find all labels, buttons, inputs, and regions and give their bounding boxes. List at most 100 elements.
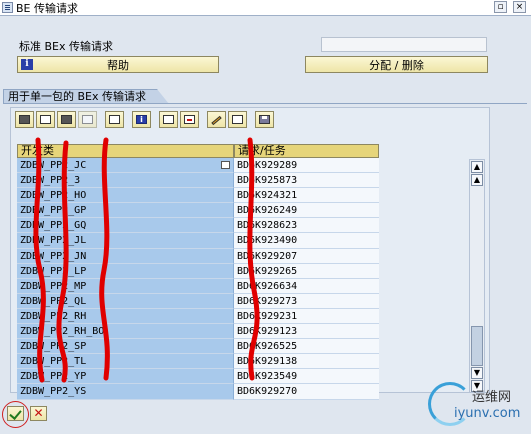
standard-request-field[interactable] <box>321 37 487 52</box>
package-cell-text: ZDBW_PP2_QL <box>20 295 87 307</box>
table-row[interactable]: ZDBW_PP2_YS BD6K929270 <box>17 384 465 400</box>
package-cell-text: ZDBW_PP2_MP <box>20 280 87 292</box>
package-cell[interactable]: ZDBW_PP2_QL <box>17 293 234 309</box>
table-row[interactable]: ZDBW_PP2_MP BD6K926634 <box>17 278 465 294</box>
annotation-circle <box>2 401 29 428</box>
column-header-request[interactable]: 请求/任务 <box>234 144 379 158</box>
restore-button[interactable]: ▫ <box>494 1 507 13</box>
package-cell-text: ZDBW_PP2_RH <box>20 310 87 322</box>
help-button-label: 帮助 <box>107 58 129 72</box>
info-icon: i <box>21 59 33 70</box>
column-header-package[interactable]: 开发类 <box>17 144 234 158</box>
package-cell[interactable]: ZDBW_PP2_3 <box>17 173 234 189</box>
watermark-logo: 运维网 iyunv.com <box>428 380 528 432</box>
dialog-body: 标准 BEx 传输请求 i 帮助 分配 / 删除 用于单一包的 BEx 传输请求… <box>0 15 531 434</box>
package-cell-text: ZDBW_PP2_GQ <box>20 220 87 232</box>
package-cell-text: ZDBW_PP2_SP <box>20 341 87 353</box>
tab-single-package-requests[interactable]: 用于单一包的 BEx 传输请求 <box>3 89 169 104</box>
table-header: 开发类 请求/任务 <box>17 144 465 158</box>
find-next-icon[interactable] <box>78 110 97 128</box>
value-help-icon[interactable] <box>221 161 230 169</box>
display-change-icon[interactable] <box>228 110 247 128</box>
package-cell[interactable]: ZDBW_PP2_LP <box>17 263 234 279</box>
table-body: ZDBW_PP2_JC BD6K929289 ZDBW_PP2_3 BD6K92587… <box>17 158 465 400</box>
package-cell-text: ZDBW_PP2_RH_BO <box>20 326 105 338</box>
request-cell[interactable]: BD6K929273 <box>234 293 379 309</box>
find-icon[interactable] <box>57 110 76 128</box>
table-row[interactable]: ZDBW_PP2_GQ BD6K928623 <box>17 218 465 234</box>
request-cell[interactable]: BD6K924321 <box>234 188 379 204</box>
assign-delete-button[interactable]: 分配 / 删除 <box>305 56 488 73</box>
package-cell-text: ZDBW_PP2_YP <box>20 371 87 383</box>
request-cell[interactable]: BD6K925873 <box>234 173 379 189</box>
package-cell-text: ZDBW_PP2_TL <box>20 356 87 368</box>
request-cell[interactable]: BD6K923549 <box>234 369 379 385</box>
package-cell[interactable]: ZDBW_PP2_SP <box>17 339 234 355</box>
details-icon[interactable] <box>15 110 34 128</box>
package-cell[interactable]: ZDBW_PP2_GQ <box>17 218 234 234</box>
request-cell[interactable]: BD6K929270 <box>234 384 379 400</box>
package-cell[interactable]: ZDBW_PP2_RH_BO <box>17 324 234 340</box>
table-row[interactable]: ZDBW_PP2_GP BD6K926249 <box>17 203 465 219</box>
table-row[interactable]: ZDBW_PP2_JL BD6K923490 <box>17 233 465 249</box>
request-cell[interactable]: BD6K929123 <box>234 324 379 340</box>
table-row[interactable]: ZDBW_PP2_YP BD6K923549 <box>17 369 465 385</box>
table-row[interactable]: ZDBW_PP2_JC BD6K929289 <box>17 158 465 174</box>
table-row[interactable]: ZDBW_PP2_JN BD6K929207 <box>17 248 465 264</box>
table-row[interactable]: ZDBW_PP2_QL BD6K929273 <box>17 293 465 309</box>
request-cell[interactable]: BD6K928623 <box>234 218 379 234</box>
request-cell[interactable]: BD6K926634 <box>234 278 379 294</box>
package-cell[interactable]: ZDBW_PP2_JL <box>17 233 234 249</box>
help-button[interactable]: i 帮助 <box>17 56 219 73</box>
scroll-up-button[interactable]: ▲ <box>471 161 483 173</box>
package-cell[interactable]: ZDBW_PP2_GP <box>17 203 234 219</box>
window-title: BE 传输请求 <box>16 1 78 15</box>
insert-row-icon[interactable] <box>159 110 178 128</box>
window-icon <box>2 2 13 13</box>
package-cell-text: ZDBW_PP2_LP <box>20 265 87 277</box>
request-cell[interactable]: BD6K926525 <box>234 339 379 355</box>
request-cell[interactable]: BD6K929138 <box>234 354 379 370</box>
request-cell[interactable]: BD6K929289 <box>234 158 379 174</box>
close-button[interactable]: × <box>513 1 526 13</box>
edit-icon[interactable] <box>207 110 226 128</box>
package-cell-text: ZDBW_PP2_GP <box>20 205 87 217</box>
table-row[interactable]: ZDBW_PP2_RH BD6K929231 <box>17 308 465 325</box>
table-row[interactable]: ZDBW_PP2_SP BD6K926525 <box>17 339 465 355</box>
vertical-scrollbar[interactable]: ▲ ▲ ▼ ▼ <box>469 159 485 393</box>
package-cell[interactable]: ZDBW_PP2_RH <box>17 308 234 325</box>
save-icon[interactable] <box>255 110 274 128</box>
cancel-button[interactable]: ✕ <box>30 406 47 421</box>
scroll-up-page-button[interactable]: ▲ <box>471 174 483 186</box>
filter-icon[interactable] <box>36 110 55 128</box>
request-cell[interactable]: BD6K926249 <box>234 203 379 219</box>
request-cell[interactable]: BD6K923490 <box>234 233 379 249</box>
package-cell[interactable]: ZDBW_PP2_TL <box>17 354 234 370</box>
title-bar: BE 传输请求 ▫ × <box>0 0 531 15</box>
table-row[interactable]: ZDBW_PP2_LP BD6K929265 <box>17 263 465 279</box>
info-icon[interactable]: i <box>132 110 151 128</box>
table-row[interactable]: ZDBW_PP2_RH_BO BD6K929123 <box>17 324 465 340</box>
package-cell[interactable]: ZDBW_PP2_JN <box>17 248 234 264</box>
package-cell-text: ZDBW_PP2_3 <box>20 175 81 187</box>
package-cell-text: ZDBW_PP2_JN <box>20 250 87 262</box>
package-cell[interactable]: ZDBW_PP2_MP <box>17 278 234 294</box>
package-cell[interactable]: ZDBW_PP2_YP <box>17 369 234 385</box>
table-row[interactable]: ZDBW_PP2_TL BD6K929138 <box>17 354 465 370</box>
scroll-thumb[interactable] <box>471 326 483 366</box>
delete-row-icon[interactable] <box>180 110 199 128</box>
table-row[interactable]: ZDBW_PP2_HO BD6K924321 <box>17 188 465 204</box>
scroll-down-page-button[interactable]: ▼ <box>471 367 483 379</box>
request-cell[interactable]: BD6K929231 <box>234 308 379 325</box>
print-icon[interactable] <box>105 110 124 128</box>
package-cell[interactable]: ZDBW_PP2_HO <box>17 188 234 204</box>
package-cell[interactable]: ZDBW_PP2_YS <box>17 384 234 400</box>
package-cell-text: ZDBW_PP2_JC <box>20 160 87 171</box>
watermark-url: iyunv.com <box>454 406 521 421</box>
table-row[interactable]: ZDBW_PP2_3 BD6K925873 <box>17 173 465 189</box>
request-cell[interactable]: BD6K929265 <box>234 263 379 279</box>
package-cell-text: ZDBW_PP2_JL <box>20 235 87 247</box>
watermark-title: 运维网 <box>472 390 512 405</box>
request-cell[interactable]: BD6K929207 <box>234 248 379 264</box>
package-cell[interactable]: ZDBW_PP2_JC <box>17 158 234 174</box>
